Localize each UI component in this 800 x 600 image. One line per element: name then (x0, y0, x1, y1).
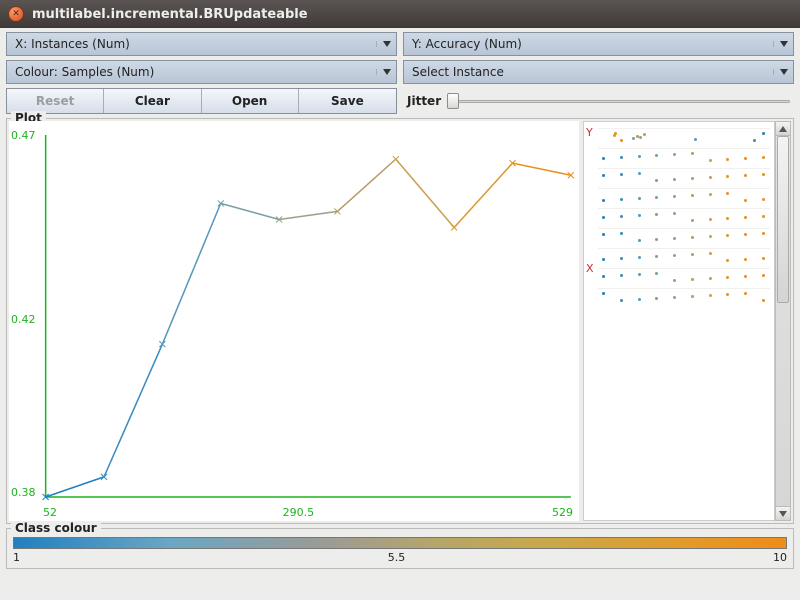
open-button[interactable]: Open (202, 89, 299, 113)
jitter-label: Jitter (407, 94, 441, 108)
colour-gradient-bar (13, 537, 787, 549)
x-axis-dropdown[interactable]: X: Instances (Num) (6, 32, 397, 56)
chevron-down-icon (376, 41, 396, 47)
window-title: multilabel.incremental.BRUpdateable (32, 7, 308, 22)
chevron-down-icon (773, 41, 793, 47)
window-titlebar: ✕ multilabel.incremental.BRUpdateable (0, 0, 800, 28)
scroll-thumb[interactable] (777, 136, 789, 303)
gradient-min: 1 (13, 551, 20, 564)
chevron-down-icon (376, 69, 396, 75)
select-instance-label: Select Instance (404, 65, 773, 79)
close-icon[interactable]: ✕ (8, 6, 24, 22)
select-instance-dropdown[interactable]: Select Instance (403, 60, 794, 84)
reset-button[interactable]: Reset (7, 89, 104, 113)
scroll-up-icon[interactable] (776, 122, 790, 136)
gradient-mid: 5.5 (388, 551, 406, 564)
slider-thumb[interactable] (447, 93, 459, 109)
class-colour-label: Class colour (11, 521, 101, 535)
jitter-control: Jitter (403, 88, 794, 114)
strip-y-label: Y (586, 126, 593, 139)
save-button[interactable]: Save (299, 89, 396, 113)
colour-label: Colour: Samples (Num) (7, 65, 376, 79)
clear-button[interactable]: Clear (104, 89, 201, 113)
toolbar: Reset Clear Open Save (6, 88, 397, 114)
jitter-slider[interactable] (447, 96, 790, 106)
attribute-scrollbar[interactable] (775, 121, 791, 521)
strip-x-label: X (586, 262, 594, 275)
gradient-max: 10 (773, 551, 787, 564)
plot-canvas[interactable]: 0.47 0.42 0.38 52 290.5 529 (9, 121, 579, 521)
y-axis-label: Y: Accuracy (Num) (404, 37, 773, 51)
class-colour-section: Class colour 1 5.5 10 (6, 528, 794, 569)
plot-section: Plot 0.47 0.42 0.38 52 290.5 529 Y X (6, 118, 794, 524)
scroll-down-icon[interactable] (776, 506, 790, 520)
gradient-labels: 1 5.5 10 (9, 551, 791, 564)
scroll-track[interactable] (776, 136, 790, 506)
slider-track (447, 100, 790, 103)
x-axis-label: X: Instances (Num) (7, 37, 376, 51)
chevron-down-icon (773, 69, 793, 75)
attribute-strip[interactable]: Y X (583, 121, 775, 521)
y-axis-dropdown[interactable]: Y: Accuracy (Num) (403, 32, 794, 56)
attribute-panel: Y X (583, 121, 791, 521)
colour-dropdown[interactable]: Colour: Samples (Num) (6, 60, 397, 84)
